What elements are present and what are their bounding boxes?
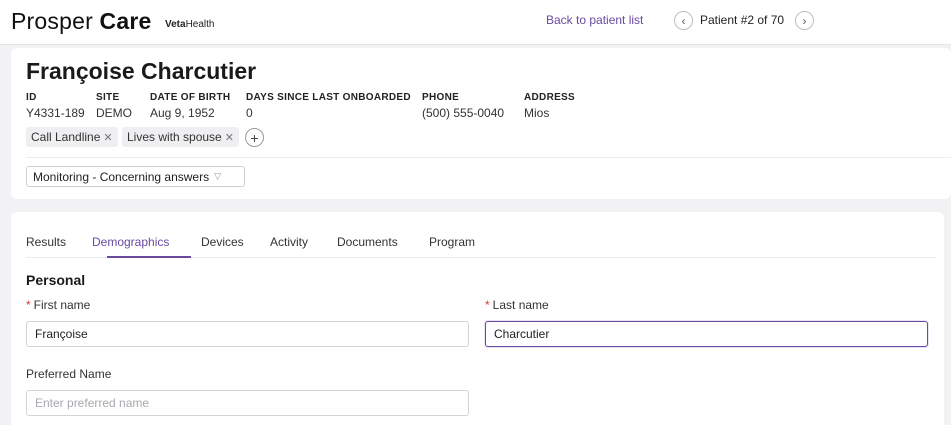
patient-summary-card: Françoise Charcutier ID Y4331-189 SITE D… <box>11 48 951 199</box>
preferred-name-input[interactable] <box>26 390 469 416</box>
remove-tag-icon[interactable]: ✕ <box>225 131 234 144</box>
required-marker: * <box>26 298 31 312</box>
patient-name: Françoise Charcutier <box>26 58 257 84</box>
tab-demographics[interactable]: Demographics <box>92 235 169 249</box>
patient-detail-panel: Results Demographics Devices Activity Do… <box>11 212 944 425</box>
required-marker: * <box>485 298 490 312</box>
tab-devices[interactable]: Devices <box>201 235 244 249</box>
status-select-value: Monitoring - Concerning answers <box>33 169 210 184</box>
field-value: Aug 9, 1952 <box>150 106 215 120</box>
partner-logo: VetaHealth <box>165 19 214 30</box>
first-name-label-text: First name <box>33 298 91 312</box>
first-name-input[interactable] <box>26 321 469 347</box>
patient-pager-text: Patient #2 of 70 <box>700 13 785 27</box>
top-header: Prosper Care VetaHealth Back to patient … <box>0 0 951 45</box>
brand-name-regular: Prosper <box>11 8 100 34</box>
last-name-input[interactable] <box>485 321 928 347</box>
field-label: DAYS SINCE LAST ONBOARDED <box>246 92 411 103</box>
first-name-label: * First name <box>26 298 90 312</box>
patient-phone-field: PHONE (500) 555-0040 <box>422 92 504 120</box>
patient-site-field: SITE DEMO <box>96 92 132 120</box>
chevron-left-icon: ‹ <box>681 13 686 28</box>
last-name-label: * Last name <box>485 298 549 312</box>
preferred-name-label: Preferred Name <box>26 367 112 381</box>
last-name-label-text: Last name <box>492 298 549 312</box>
field-value: 0 <box>246 106 253 120</box>
field-label: ADDRESS <box>524 92 575 103</box>
add-tag-button[interactable]: + <box>245 128 264 147</box>
monitoring-status-select[interactable]: Monitoring - Concerning answers ▽ <box>26 166 245 187</box>
field-value: Y4331-189 <box>26 106 85 120</box>
brand-name-bold: Care <box>99 8 152 34</box>
field-label: ID <box>26 92 37 103</box>
field-label: SITE <box>96 92 120 103</box>
tab-activity[interactable]: Activity <box>270 235 308 249</box>
remove-tag-icon[interactable]: ✕ <box>103 131 112 144</box>
patient-dob-field: DATE OF BIRTH Aug 9, 1952 <box>150 92 230 120</box>
field-label: PHONE <box>422 92 460 103</box>
back-to-patient-list-link[interactable]: Back to patient list <box>546 13 643 27</box>
tab-program[interactable]: Program <box>429 235 475 249</box>
tag-label: Call Landline <box>31 130 101 144</box>
divider <box>26 157 951 158</box>
patient-id-field: ID Y4331-189 <box>26 92 85 120</box>
app-logo[interactable]: Prosper Care <box>11 8 151 35</box>
tag-call-landline: Call Landline ✕ <box>26 127 118 147</box>
tag-label: Lives with spouse <box>127 130 222 144</box>
patient-days-onboarded-field: DAYS SINCE LAST ONBOARDED 0 <box>246 92 411 120</box>
field-value: (500) 555-0040 <box>422 106 505 120</box>
chevron-down-icon: ▽ <box>214 171 222 181</box>
partner-name-bold: Veta <box>165 19 186 30</box>
field-value: DEMO <box>96 106 132 120</box>
chevron-right-icon: › <box>802 13 807 28</box>
partner-name-regular: Health <box>185 19 215 30</box>
next-patient-button[interactable]: › <box>795 11 814 30</box>
tab-documents[interactable]: Documents <box>337 235 398 249</box>
field-value: Mios <box>524 106 550 120</box>
section-title-personal: Personal <box>26 272 86 288</box>
tab-bar: Results Demographics Devices Activity Do… <box>26 212 936 258</box>
tab-results[interactable]: Results <box>26 235 66 249</box>
patient-address-field: ADDRESS Mios <box>524 92 575 120</box>
field-label: DATE OF BIRTH <box>150 92 231 103</box>
active-tab-indicator <box>107 256 191 258</box>
tag-lives-with-spouse: Lives with spouse ✕ <box>122 127 239 147</box>
previous-patient-button[interactable]: ‹ <box>674 11 693 30</box>
plus-icon: + <box>250 129 259 146</box>
